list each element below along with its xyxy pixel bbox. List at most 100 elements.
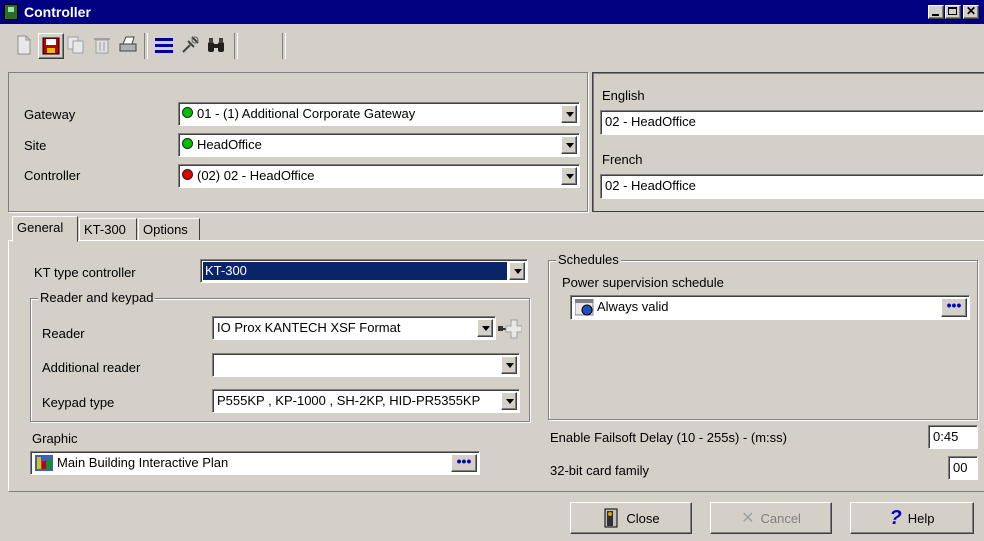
copy-button[interactable] [64, 33, 88, 57]
toolbar-separator [282, 33, 286, 59]
add-reader-button[interactable] [498, 318, 523, 340]
kt-type-value: KT-300 [205, 263, 247, 278]
ellipsis-icon: ••• [456, 453, 472, 469]
close-button[interactable]: Close [570, 502, 692, 534]
graphic-label: Graphic [32, 431, 78, 446]
tab-general[interactable]: General [12, 216, 78, 242]
controller-value: (02) 02 - HeadOffice [197, 168, 315, 183]
site-label: Site [24, 138, 47, 153]
kt-type-select[interactable]: KT-300 [200, 259, 528, 283]
tab-general-label: General [17, 220, 64, 235]
list-icon [155, 38, 173, 53]
help-icon: ? [889, 506, 902, 529]
schedule-icon [575, 299, 594, 316]
chevron-down-icon [514, 269, 522, 274]
site-dropdown-button[interactable] [561, 136, 577, 154]
chevron-down-icon [506, 363, 514, 368]
close-button-label: Close [626, 510, 660, 526]
additional-reader-select[interactable] [212, 353, 520, 377]
tab-kt300-label: KT-300 [84, 222, 126, 237]
exit-door-icon [604, 508, 618, 528]
controller-status-dot [182, 169, 193, 180]
kt-type-label: KT type controller [34, 265, 136, 280]
find-button[interactable] [204, 33, 228, 57]
schedules-legend: Schedules [556, 252, 621, 267]
power-supervision-browse-button[interactable]: ••• [941, 298, 967, 317]
window-title: Controller [24, 4, 91, 20]
keypad-type-value: P555KP , KP-1000 , SH-2KP, HID-PR5355KP [217, 393, 481, 408]
new-button[interactable] [12, 33, 36, 57]
reader-dropdown-button[interactable] [477, 319, 493, 337]
site-value: HeadOffice [197, 137, 262, 152]
close-window-button[interactable]: ✕ [963, 5, 979, 19]
keypad-type-dropdown-button[interactable] [501, 392, 517, 410]
additional-reader-dropdown-button[interactable] [501, 356, 517, 374]
english-name-input[interactable]: 02 - HeadOffice [600, 110, 984, 135]
close-icon: ✕ [965, 4, 977, 18]
french-name-input[interactable]: 02 - HeadOffice [600, 174, 984, 199]
french-label: French [602, 152, 643, 167]
reader-select[interactable]: IO Prox KANTECH XSF Format [212, 316, 496, 340]
kt-type-selection-highlight [203, 262, 507, 280]
chevron-down-icon [566, 143, 574, 148]
find-icon [208, 38, 224, 52]
tab-options-label: Options [143, 222, 188, 237]
controller-dropdown-button[interactable] [561, 167, 577, 185]
chevron-down-icon [506, 399, 514, 404]
power-supervision-value: Always valid [597, 299, 669, 314]
card-family-input[interactable]: 00 [948, 456, 978, 480]
power-supervision-label: Power supervision schedule [562, 275, 724, 290]
new-icon [17, 35, 31, 55]
kt-type-dropdown-button[interactable] [509, 262, 525, 280]
graphic-field[interactable]: Main Building Interactive Plan ••• [30, 451, 480, 475]
chevron-down-icon [482, 326, 490, 331]
link-button[interactable] [178, 33, 202, 57]
toolbar [8, 30, 288, 64]
minimize-button[interactable] [928, 5, 944, 19]
toolbar-separator [234, 33, 238, 59]
toolbar-separator [144, 33, 148, 59]
power-supervision-field[interactable]: Always valid ••• [570, 295, 970, 320]
add-reader-icon [498, 319, 523, 339]
ellipsis-icon: ••• [946, 297, 962, 313]
site-select[interactable]: HeadOffice [178, 133, 580, 157]
app-icon [4, 4, 18, 20]
list-button[interactable] [152, 33, 176, 57]
controller-label: Controller [24, 168, 81, 183]
english-name-value: 02 - HeadOffice [605, 114, 696, 129]
maximize-button[interactable] [945, 5, 961, 19]
english-label: English [602, 88, 645, 103]
print-icon [119, 36, 137, 52]
keypad-type-label: Keypad type [42, 395, 115, 410]
gateway-value: 01 - (1) Additional Corporate Gateway [197, 106, 416, 121]
cancel-button-label: Cancel [760, 510, 801, 526]
chevron-down-icon [566, 174, 574, 179]
link-icon [182, 36, 199, 53]
tab-kt300[interactable]: KT-300 [79, 218, 137, 240]
additional-reader-label: Additional reader [42, 360, 141, 375]
title-bar [0, 0, 984, 24]
gateway-dropdown-button[interactable] [561, 105, 577, 123]
gateway-select[interactable]: 01 - (1) Additional Corporate Gateway [178, 102, 580, 126]
save-button[interactable] [38, 33, 64, 59]
failsoft-input[interactable]: 0:45 [928, 425, 978, 449]
failsoft-label: Enable Failsoft Delay (10 - 255s) - (m:s… [550, 430, 787, 445]
graphic-browse-button[interactable]: ••• [451, 454, 477, 472]
site-status-dot [182, 138, 193, 149]
help-button-label: Help [907, 510, 935, 526]
keypad-type-select[interactable]: P555KP , KP-1000 , SH-2KP, HID-PR5355KP [212, 389, 520, 413]
reader-label: Reader [42, 326, 85, 341]
delete-button[interactable] [90, 33, 114, 57]
controller-select[interactable]: (02) 02 - HeadOffice [178, 164, 580, 188]
delete-icon [94, 38, 110, 54]
help-button[interactable]: ? Help [850, 502, 974, 534]
gateway-label: Gateway [24, 107, 76, 122]
french-name-value: 02 - HeadOffice [605, 178, 696, 193]
cancel-button[interactable]: ✕ Cancel [710, 502, 832, 534]
reader-keypad-legend: Reader and keypad [38, 290, 156, 305]
save-icon [42, 37, 60, 55]
tab-options[interactable]: Options [138, 218, 200, 240]
card-family-label: 32-bit card family [550, 463, 649, 478]
print-button[interactable] [116, 33, 140, 57]
chevron-down-icon [566, 112, 574, 117]
